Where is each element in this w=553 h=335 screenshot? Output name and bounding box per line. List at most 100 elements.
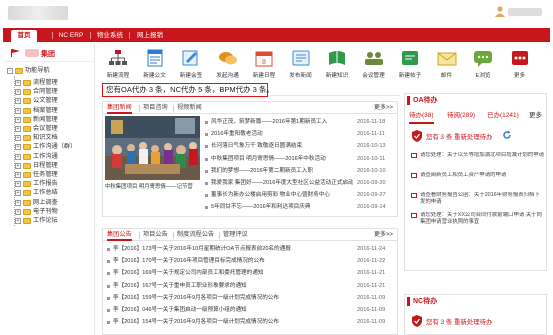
news-panel-header: 集团新闻 项目咨询 视频新闻 更多>> (103, 102, 397, 114)
shortcut-document[interactable]: 新建公文 (137, 46, 173, 84)
oa-todo-item[interactable]: 请您处理：关于XX公司合同付款前端口申请 关于向集团申请营业执照的事宜 (411, 212, 545, 228)
notice-item[interactable]: 李【2016】169号一关于规定公司内部员工和委托管理的通知 2016-11-21 (107, 268, 395, 278)
bullet-icon (205, 133, 208, 137)
expand-icon[interactable]: + (15, 172, 21, 178)
tab-oa-todo[interactable]: 待办(38) (409, 110, 434, 124)
svg-text:8: 8 (262, 59, 266, 66)
expand-icon[interactable]: + (15, 98, 21, 105)
shortcut-chat[interactable]: 发起沟通 (210, 46, 246, 84)
notice-item[interactable]: 李【2016】167号一关于重申员工职业形象要求的通知 2016-11-21 (107, 281, 395, 291)
news-item-title: 风华正茂，筑梦新篇——2016年第1期新员工入 (211, 119, 328, 125)
news-item-date: 2016-11-18 (357, 119, 386, 125)
sidebar: 集团 − 功能导航 + 流程管理 + 合同管理 + 公文管理 + 档案管理 + 新闻管理 + 会议管理… (3, 44, 95, 335)
tab-oa-done[interactable]: 已办(1241) (487, 110, 519, 122)
shortcut-mail[interactable]: 邮件 (429, 46, 465, 84)
expand-icon[interactable]: + (15, 162, 21, 169)
collapse-icon[interactable]: − (7, 68, 13, 74)
sidebar-header[interactable]: 集团 (3, 44, 94, 62)
bullet-icon (107, 284, 110, 288)
mail-icon (411, 193, 417, 198)
shortcut-label: 会议管理 (362, 73, 385, 79)
news-icon (292, 50, 309, 66)
shortcut-label: 更多 (513, 73, 526, 79)
expand-icon[interactable]: + (15, 144, 21, 151)
expand-icon[interactable]: + (15, 80, 21, 86)
tab-project-notices[interactable]: 项目公告 (143, 229, 168, 241)
tab-group-notices[interactable]: 集团公告 (107, 229, 132, 241)
shortcut-news[interactable]: 发布新闻 (283, 46, 319, 84)
folder-icon (23, 190, 31, 197)
expand-icon[interactable]: + (15, 135, 21, 142)
tab-project-info[interactable]: 项目咨询 (143, 102, 168, 114)
refresh-icon[interactable] (502, 130, 512, 140)
news-item-title: 我们的梦想——2016年第二期新员工入职 (211, 167, 313, 174)
user-avatar-icon[interactable] (494, 5, 506, 17)
expand-icon[interactable]: + (15, 116, 21, 123)
shortcut-sign[interactable]: 新建会签 (173, 46, 209, 84)
shortcut-meeting[interactable]: 会议管理 (356, 46, 392, 84)
news-item[interactable]: 2016年重阳敬老活动 2016-11-11 (205, 129, 395, 139)
bullet-icon (107, 272, 110, 276)
oa-todo-item[interactable]: 请查阅新员工和员工资产申请的申请 (411, 172, 545, 188)
news-item[interactable]: 董事长为新办公楼启用剪彩 物业中心暨财务中心 2016-09-27 (205, 190, 395, 200)
expand-icon[interactable]: + (15, 181, 21, 188)
nav-tab-home[interactable]: 首页 (11, 30, 37, 42)
nav-tab-nc-erp[interactable]: NC ERP (56, 30, 86, 42)
shortcut-label: 新建会签 (179, 73, 203, 79)
news-item-date: 2016-10-10 (357, 167, 386, 174)
notice-item[interactable]: 李【2016】046号一关于集团启动一级预算小组的通知 2016-11-09 (107, 305, 395, 315)
shortcut-calendar[interactable]: 8 新建日程 (246, 46, 282, 84)
notices-more-link[interactable]: 更多>> (374, 229, 393, 241)
tab-process-notices[interactable]: 制度流程公告 (177, 229, 214, 241)
expand-icon[interactable]: + (15, 208, 21, 215)
news-more-link[interactable]: 更多>> (374, 102, 393, 114)
oa-todo-item[interactable]: 请查看财务报告公函：关于2016年财务报表归档下发的申请 (411, 192, 545, 208)
shortcut-knowledge[interactable]: 新建知识 (319, 46, 355, 84)
news-item[interactable]: 中秋集团项目 明月寄思情——2016年中秋活动 2016-10-11 (205, 154, 395, 164)
tab-management-review[interactable]: 管理评议 (223, 229, 248, 241)
news-featured-image[interactable] (105, 116, 200, 180)
news-item[interactable]: 长河落日气象万千 致敬逐日圆满结束 2016-10-13 (205, 141, 395, 151)
shortcut-post[interactable]: 新建帖子 (392, 46, 428, 84)
expand-icon[interactable]: + (15, 126, 21, 132)
expand-icon[interactable]: + (15, 218, 21, 224)
nav-tab-property[interactable]: 物业系统 (94, 30, 126, 42)
notice-item[interactable]: 李【2016】170号一关于2016年项目管理目标完成情况的公布 2016-11-… (107, 256, 395, 266)
shortcut-chat-bubble[interactable]: E浏览 (465, 46, 501, 84)
chat-icon (218, 52, 237, 65)
nav-tab-reimbursement[interactable]: 网上报销 (133, 30, 167, 42)
user-name[interactable] (508, 8, 542, 16)
notice-item-title: 李【2016】046号一关于集团启动一级预算小组的通知 (113, 307, 247, 313)
news-item-date: 2016-11-11 (357, 131, 385, 138)
expand-icon[interactable]: + (15, 199, 21, 206)
mail-icon (411, 153, 417, 158)
notice-item[interactable]: 李【2016】154号一关于2016年9月各项目一级计划完成情况的公布 2016-… (107, 317, 395, 327)
pending-notice[interactable]: 您有OA代办 3 条，NC代办 5 条，BPM代办 3 条。 (102, 83, 274, 97)
expand-icon[interactable]: + (15, 190, 21, 197)
news-item[interactable]: 我们的梦想——2016年第二期新员工入职 2016-10-10 (205, 166, 395, 176)
tab-oa-toread[interactable]: 待阅(289) (447, 110, 475, 122)
news-item[interactable]: 风华正茂，筑梦新篇——2016年第1期新员工入 2016-11-18 (205, 117, 395, 127)
expand-icon[interactable]: + (15, 153, 21, 160)
tab-oa-more[interactable]: 更多 (529, 110, 542, 122)
news-item[interactable]: 5年同甘不忘——2016年和利达项目庆典 2016-09-14 (205, 202, 395, 212)
notice-item[interactable]: 李【2016】173号一关于2016年10月星期统计OA节点报表前20名的通报 2… (107, 244, 395, 254)
notice-item[interactable]: 李【2016】159号一关于2016年9月各项目一级计划完成情况的公布 2016-… (107, 293, 395, 303)
tab-video-news[interactable]: 视频新闻 (177, 102, 202, 114)
news-item-title: 我爱我家 集团好——2016年度大型社区公益活动正式启动 (211, 180, 353, 186)
expand-icon[interactable]: + (15, 89, 21, 96)
tab-group-news[interactable]: 集团新闻 (107, 102, 132, 114)
news-item[interactable]: 我爱我家 集团好——2016年度大型社区公益活动正式启动 2016-09-20 (205, 178, 395, 188)
oa-alert[interactable]: 您有 3 条 重新处理待办 (426, 132, 492, 141)
nc-alert[interactable]: 您有 3 条 重新处理待办 (426, 317, 492, 326)
expand-icon[interactable]: + (15, 107, 21, 114)
section-marker (407, 297, 410, 306)
notice-panel: 集团公告 项目公告 制度流程公告 管理评议 更多>> 李【2016】173号一关… (102, 228, 398, 335)
sidebar-group-label: 集团 (41, 51, 55, 58)
shortcut-more[interactable]: 更多 (502, 46, 538, 84)
shortcut-org-chart[interactable]: 新建流程 (100, 46, 136, 84)
nav-separator (90, 32, 91, 39)
news-image-caption[interactable]: 中秋集团项目 明月寄思情——记节营 (105, 182, 200, 190)
shortcut-label: 发起沟通 (216, 73, 239, 79)
oa-todo-item[interactable]: 请您处理：关于以头等增加湖北项目增减计划的申请 (411, 152, 545, 168)
